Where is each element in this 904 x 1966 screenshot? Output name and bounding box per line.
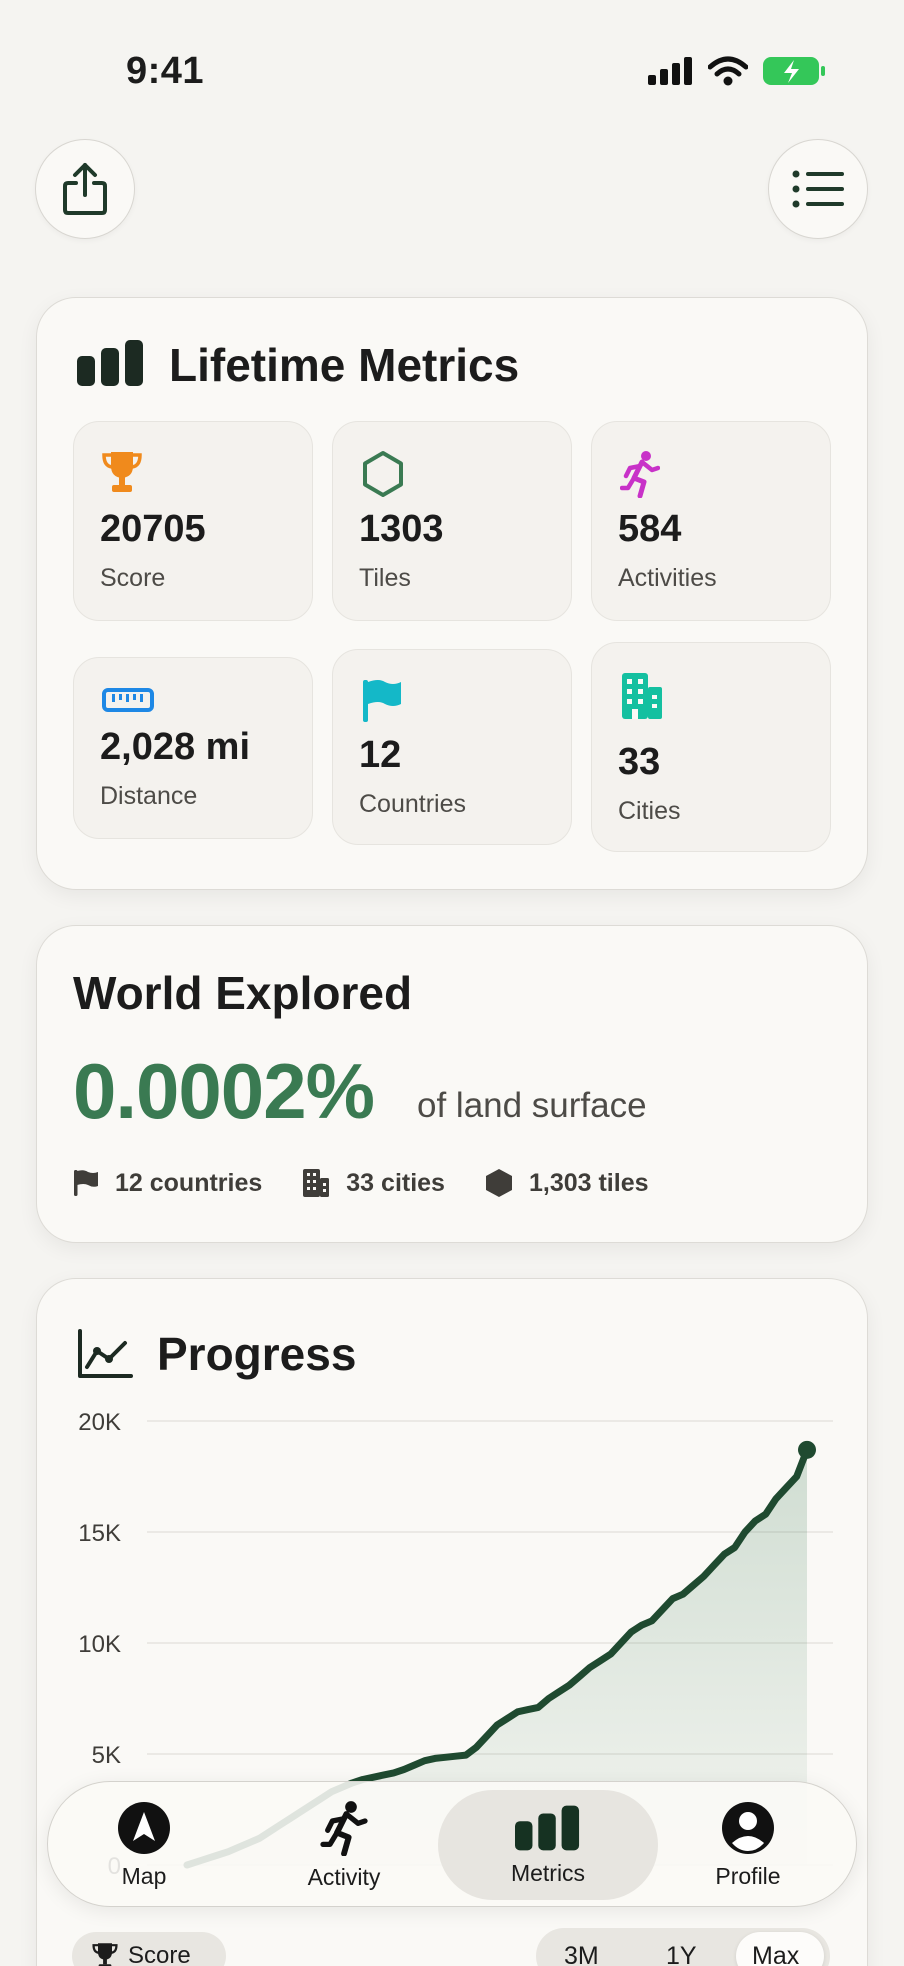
world-explored-suffix: of land surface (417, 1086, 647, 1125)
navigation-arrow-icon (118, 1801, 170, 1854)
tab-activity-label: Activity (307, 1863, 381, 1890)
signal-icon (648, 57, 692, 85)
world-stat-cities: 33 cities (302, 1168, 445, 1198)
flag-icon (74, 1170, 98, 1196)
menu-button[interactable] (768, 139, 868, 239)
world-explored-card: World Explored 0.0002% of land surface 1… (36, 925, 868, 1243)
tab-metrics[interactable]: Metrics (488, 1782, 608, 1908)
cities-label: Cities (618, 797, 681, 825)
building-icon (303, 1169, 330, 1197)
chart-y-tick-label: 5K (92, 1742, 121, 1769)
range-1y[interactable]: 1Y (666, 1942, 697, 1966)
tab-map-label: Map (121, 1862, 167, 1889)
chart-y-tick-label: 10K (78, 1631, 121, 1658)
chart-y-tick-label: 20K (78, 1409, 121, 1436)
tab-activity[interactable]: Activity (294, 1782, 394, 1908)
flag-icon (363, 680, 401, 722)
score-chip[interactable]: Score (72, 1932, 226, 1966)
world-explored-stats: 12 countries 33 cities 1,303 tiles (73, 1168, 689, 1198)
countries-label: Countries (359, 790, 466, 818)
tab-profile-label: Profile (715, 1862, 781, 1889)
progress-controls: Score 3M 1Y Max (0, 1928, 904, 1966)
score-chip-label: Score (128, 1942, 191, 1966)
trophy-icon (92, 1943, 118, 1966)
world-explored-percent: 0.0002% (73, 1047, 375, 1135)
activities-tile: 584 Activities (591, 421, 831, 621)
list-icon (792, 170, 844, 208)
distance-label: Distance (100, 782, 198, 810)
share-icon (63, 163, 107, 215)
tiles-value: 1303 (359, 508, 444, 550)
status-icons (648, 56, 826, 86)
chart-y-tick-label: 15K (78, 1520, 121, 1547)
runner-icon (620, 451, 660, 498)
range-selector: 3M 1Y Max (536, 1928, 830, 1966)
ruler-icon (102, 688, 154, 712)
tab-bar: Map Activity Metrics Profile (47, 1781, 857, 1907)
world-stat-tiles-text: 1,303 tiles (528, 1168, 649, 1197)
tiles-tile: 1303 Tiles (332, 421, 572, 621)
wifi-icon (708, 56, 748, 86)
status-bar: 9:41 (0, 0, 904, 120)
chart-end-point (798, 1440, 816, 1459)
lifetime-metrics-card: Lifetime Metrics 20705 Score 1303 Tiles … (36, 297, 868, 890)
share-button[interactable] (35, 139, 135, 239)
hexagon-icon (363, 451, 403, 497)
lifetime-metrics-title: Lifetime Metrics (169, 339, 520, 391)
status-time: 9:41 (126, 50, 205, 92)
tab-profile[interactable]: Profile (698, 1782, 798, 1908)
trophy-icon (102, 452, 142, 492)
battery-icon (763, 57, 825, 85)
distance-value: 2,028 mi (100, 726, 250, 768)
score-value: 20705 (100, 508, 206, 550)
bar-chart-icon (515, 1805, 580, 1850)
countries-tile: 12 Countries (332, 649, 572, 845)
tiles-label: Tiles (359, 564, 411, 592)
range-3m[interactable]: 3M (564, 1942, 599, 1966)
building-icon (622, 673, 662, 719)
cities-tile: 33 Cities (591, 642, 831, 852)
person-circle-icon (722, 1801, 774, 1854)
hexagon-icon (485, 1169, 512, 1197)
world-stat-countries: 12 countries (73, 1169, 262, 1198)
score-label: Score (100, 564, 166, 592)
world-stat-countries-text: 12 countries (115, 1168, 263, 1197)
world-explored-title: World Explored (73, 967, 413, 1019)
world-stat-tiles: 1,303 tiles (485, 1168, 649, 1198)
bar-chart-icon (77, 340, 143, 386)
countries-value: 12 (359, 734, 402, 776)
world-stat-cities-text: 33 cities (346, 1168, 445, 1197)
tab-map[interactable]: Map (104, 1782, 184, 1908)
activities-value: 584 (618, 508, 682, 550)
score-tile: 20705 Score (73, 421, 313, 621)
range-max[interactable]: Max (752, 1942, 799, 1966)
tab-metrics-label: Metrics (510, 1859, 586, 1886)
activities-label: Activities (618, 564, 717, 592)
cities-value: 33 (618, 741, 661, 783)
runner-icon (320, 1800, 368, 1856)
distance-tile: 2,028 mi Distance (73, 657, 313, 839)
